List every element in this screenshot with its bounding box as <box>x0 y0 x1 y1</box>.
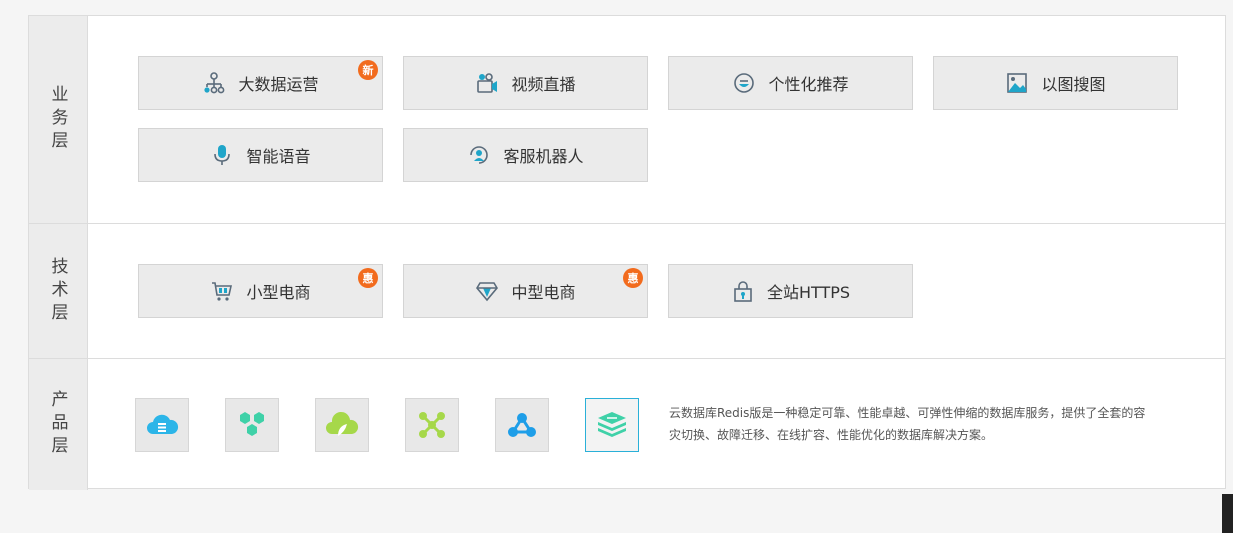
cloud-database-icon <box>147 414 179 434</box>
service-robot-button[interactable]: 客服机器人 <box>403 128 648 182</box>
personalized-recommend-button[interactable]: 个性化推荐 <box>668 56 913 110</box>
big-data-ops-label: 大数据运营 <box>238 75 319 94</box>
scrollbar-thumb[interactable] <box>1222 494 1233 533</box>
architecture-panel: 业务层 大数据运营 新 视频直播 个性化推荐 以图搜图 智能语音 客服机器人 技… <box>28 15 1226 490</box>
product-layer-label: 产品层 <box>29 359 88 490</box>
site-https-label: 全站HTTPS <box>766 283 851 302</box>
product-description: 云数据库Redis版是一种稳定可靠、性能卓越、可弹性伸缩的数据库服务，提供了全套… <box>669 406 1146 442</box>
product-tile-triangle-nodes[interactable] <box>495 398 549 452</box>
smart-voice-label: 智能语音 <box>246 147 311 166</box>
triangle-nodes-icon <box>508 413 536 437</box>
diamond-icon <box>476 282 499 302</box>
product-tile-network-nodes[interactable] <box>405 398 459 452</box>
business-layer-label: 业务层 <box>29 16 88 223</box>
product-tile-hexagon-cluster[interactable] <box>225 398 279 452</box>
cloud-leaf-icon <box>326 411 359 436</box>
product-layer-row: 产品层 云数据库Redis版是一种稳定可靠、性能卓越、可弹性伸缩的数据库服务，提… <box>29 358 1225 490</box>
live-video-label: 视频直播 <box>511 75 576 94</box>
service-robot-label: 客服机器人 <box>503 147 584 166</box>
discount-badge: 惠 <box>358 268 378 288</box>
video-camera-icon <box>477 73 498 93</box>
microphone-icon <box>214 145 231 165</box>
big-data-ops-button[interactable]: 大数据运营 新 <box>138 56 383 110</box>
medium-ecommerce-button[interactable]: 中型电商 惠 <box>403 264 648 318</box>
technology-layer-row: 技术层 小型电商 惠 中型电商 惠 全站HTTPS <box>29 223 1225 359</box>
image-icon <box>1007 73 1028 93</box>
personalized-recommend-label: 个性化推荐 <box>768 75 849 94</box>
lock-icon <box>734 281 752 302</box>
hexagon-cluster-icon <box>240 412 264 436</box>
discount-badge: 惠 <box>623 268 643 288</box>
image-search-button[interactable]: 以图搜图 <box>933 56 1178 110</box>
service-robot-icon <box>470 146 489 164</box>
live-video-button[interactable]: 视频直播 <box>403 56 648 110</box>
product-tile-cloud-database[interactable] <box>135 398 189 452</box>
network-nodes-icon <box>419 412 445 438</box>
hierarchy-icon <box>204 72 225 94</box>
technology-layer-label: 技术层 <box>29 224 88 359</box>
business-layer-row: 业务层 大数据运营 新 视频直播 个性化推荐 以图搜图 智能语音 客服机器人 <box>29 16 1225 223</box>
image-search-label: 以图搜图 <box>1041 75 1106 94</box>
medium-ecommerce-label: 中型电商 <box>511 283 576 302</box>
product-tile-database-layers[interactable] <box>585 398 639 452</box>
small-ecommerce-label: 小型电商 <box>246 283 311 302</box>
product-tile-cloud-leaf[interactable] <box>315 398 369 452</box>
site-https-button[interactable]: 全站HTTPS <box>668 264 913 318</box>
small-ecommerce-button[interactable]: 小型电商 惠 <box>138 264 383 318</box>
recommend-icon <box>734 73 755 93</box>
shopping-cart-icon <box>212 282 233 301</box>
new-badge: 新 <box>358 60 378 80</box>
smart-voice-button[interactable]: 智能语音 <box>138 128 383 182</box>
database-layers-icon <box>598 412 626 437</box>
